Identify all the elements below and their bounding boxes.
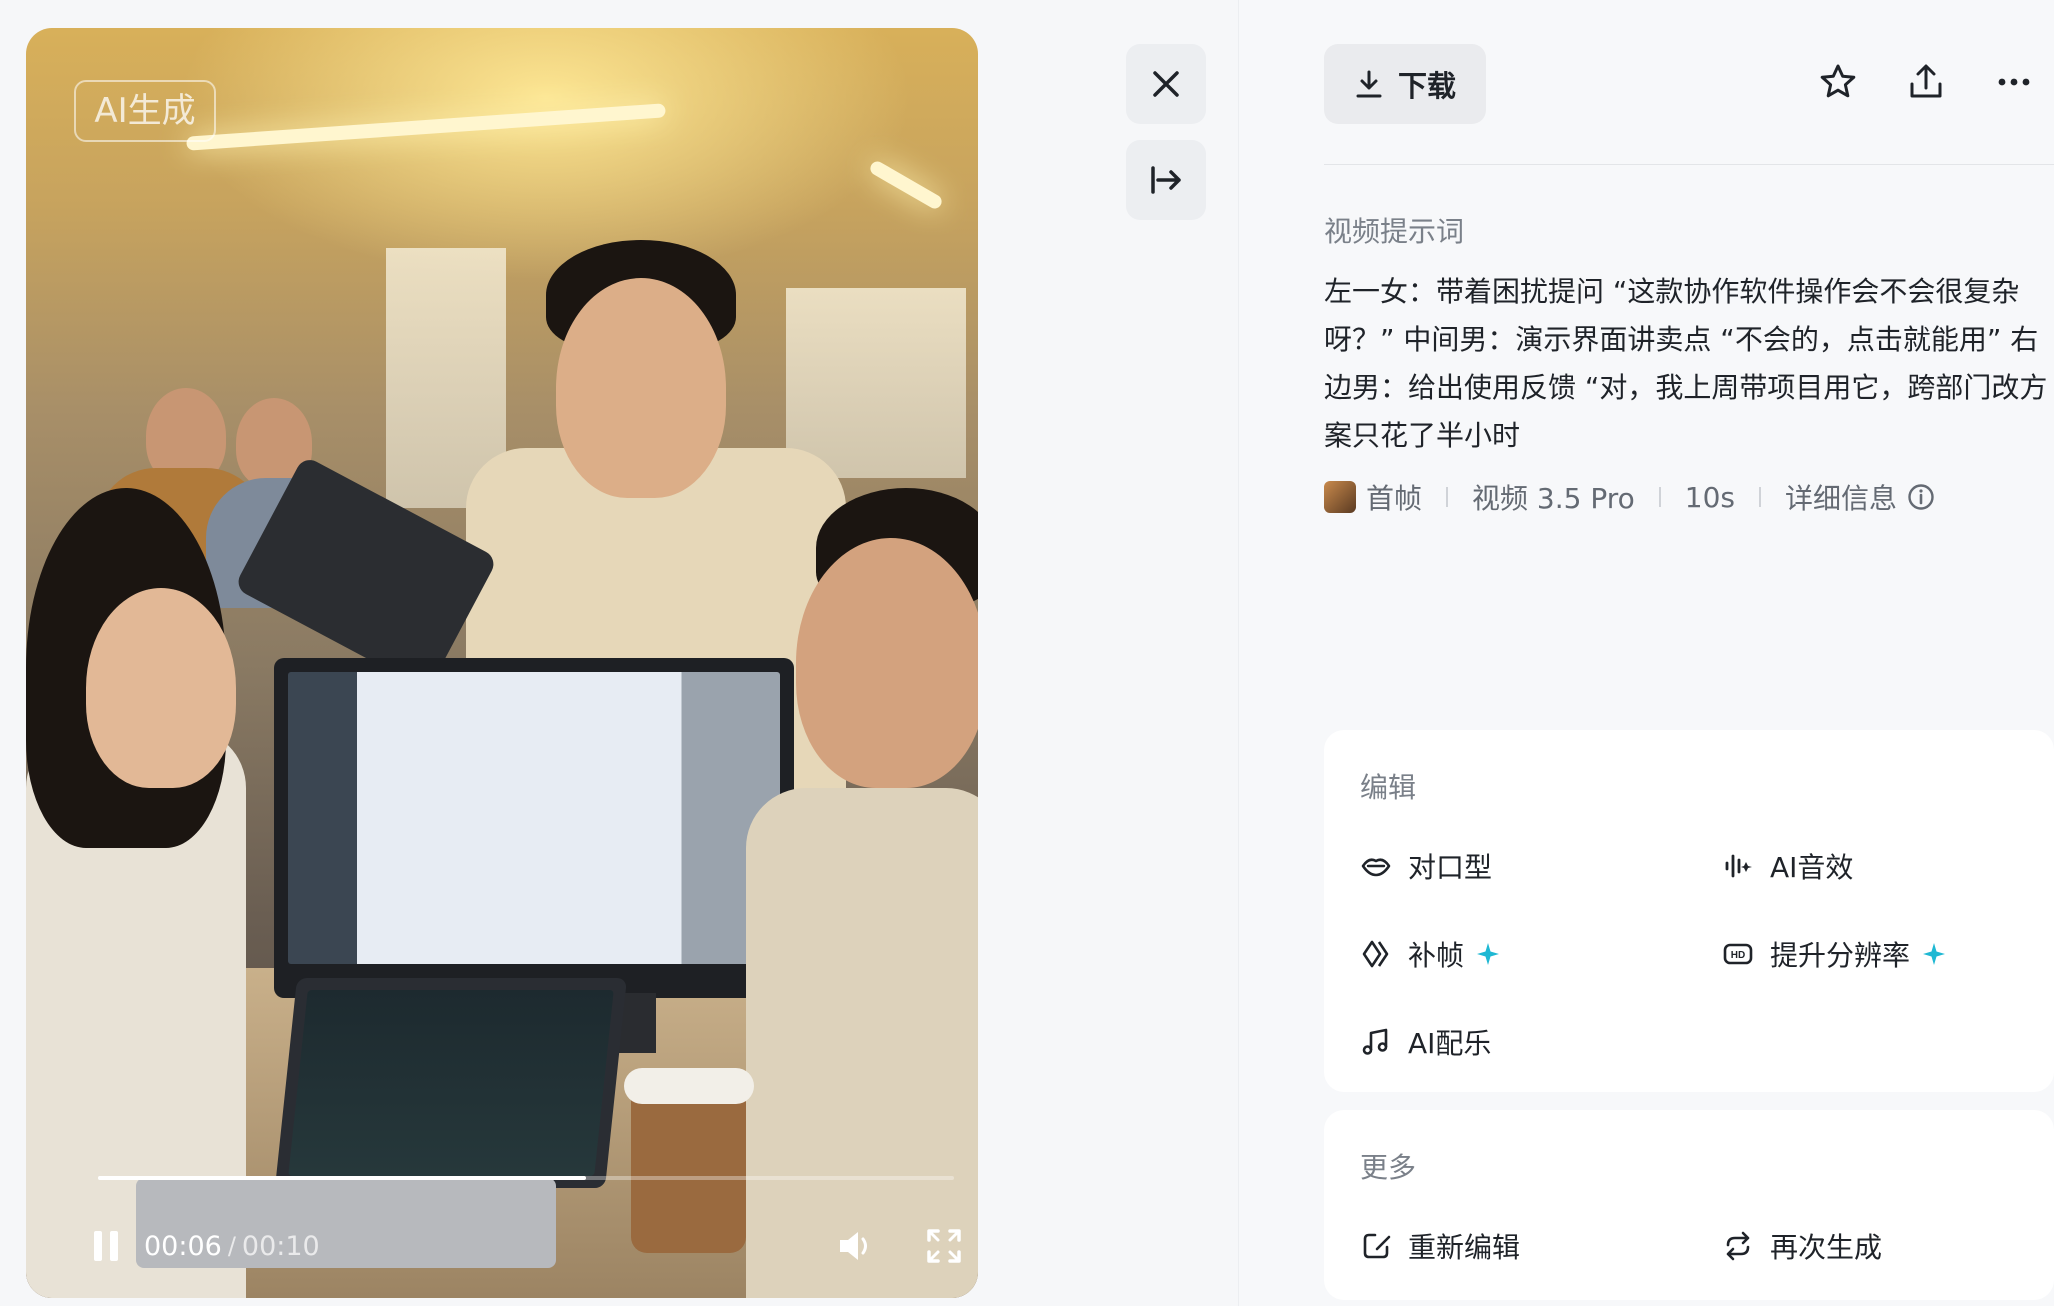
coffee-cup-lid [624, 1068, 754, 1104]
scene-window [786, 288, 966, 478]
scene-light [867, 158, 945, 212]
download-button[interactable]: 下载 [1324, 44, 1486, 124]
divider [1324, 164, 2054, 165]
interpolate-label: 补帧 [1408, 939, 1465, 972]
first-frame-thumbnail [1324, 481, 1356, 513]
collapse-panel-button[interactable] [1126, 140, 1206, 220]
sound-wave-icon [1725, 854, 1752, 878]
download-icon [1356, 70, 1382, 98]
sparkle-icon [1923, 943, 1946, 965]
regenerate-button[interactable]: 再次生成 [1722, 1226, 1882, 1266]
ai-music-label: AI配乐 [1408, 1027, 1492, 1060]
ai-sfx-button[interactable]: AI音效 [1722, 846, 1853, 886]
meta-row: 首帧 视频 3.5 Pro 10s 详细信息 [1324, 475, 1935, 519]
frame-interpolation-icon [1362, 940, 1389, 968]
share-icon[interactable] [1906, 62, 1946, 102]
current-time: 00:06 [144, 1230, 222, 1262]
more-card-title: 更多 [1360, 1151, 1417, 1184]
playback-controls: 00:06 / 00:10 [94, 1224, 320, 1268]
pause-icon[interactable] [94, 1231, 124, 1261]
lip-sync-label: 对口型 [1408, 851, 1493, 884]
lips-icon [1361, 858, 1391, 877]
model-label: 视频 3.5 Pro [1472, 482, 1635, 515]
lip-sync-button[interactable]: 对口型 [1360, 846, 1492, 886]
meta-separator [1658, 487, 1661, 507]
prompt-title: 视频提示词 [1324, 215, 1465, 248]
music-note-icon [1362, 1028, 1388, 1055]
right-man-shirt [746, 788, 978, 1298]
refresh-icon [1726, 1231, 1750, 1261]
progress-bar[interactable] [98, 1176, 954, 1180]
edit-card-title: 编辑 [1360, 771, 1417, 804]
regenerate-label: 再次生成 [1770, 1231, 1883, 1264]
left-woman-face [86, 588, 236, 788]
svg-text:HD: HD [1731, 950, 1745, 961]
first-frame-label[interactable]: 首帧 [1366, 477, 1422, 517]
upscale-button[interactable]: HD 提升分辨率 [1722, 934, 1946, 974]
video-player[interactable]: AI生成 00:06 / 00:10 [26, 28, 978, 1298]
close-icon [1153, 71, 1179, 97]
ai-generated-badge: AI生成 [74, 80, 216, 142]
more-card: 更多 重新编辑 再次生成 [1324, 1110, 2054, 1300]
edit-icon [1363, 1233, 1391, 1259]
upscale-label: 提升分辨率 [1770, 939, 1911, 972]
ai-music-button[interactable]: AI配乐 [1360, 1022, 1491, 1062]
monitor [274, 658, 794, 998]
meta-separator [1446, 487, 1449, 507]
info-icon[interactable] [1907, 483, 1935, 511]
arrow-right-bar-icon [1151, 166, 1181, 194]
fullscreen-icon[interactable] [926, 1228, 962, 1264]
star-icon[interactable] [1818, 62, 1858, 102]
total-time: 00:10 [241, 1230, 320, 1262]
download-label: 下载 [1397, 69, 1456, 103]
details-link[interactable]: 详细信息 [1785, 477, 1897, 517]
edit-card: 编辑 对口型 AI音效 补帧 HD 提升分辨率 AI配乐 [1324, 730, 2054, 1092]
re-edit-button[interactable]: 重新编辑 [1360, 1226, 1520, 1266]
re-edit-label: 重新编辑 [1408, 1231, 1521, 1264]
meta-separator [1759, 487, 1761, 507]
scene-light [186, 103, 666, 151]
right-man-face [796, 538, 978, 788]
volume-icon[interactable] [836, 1226, 876, 1266]
hd-icon: HD [1723, 943, 1753, 965]
close-button[interactable] [1126, 44, 1206, 124]
sparkle-icon [1477, 943, 1500, 965]
ai-sfx-label: AI音效 [1770, 851, 1854, 884]
center-man-face [556, 278, 726, 498]
more-icon[interactable] [1994, 62, 2034, 102]
progress-fill [98, 1176, 586, 1180]
duration-label: 10s [1684, 480, 1735, 514]
laptop [274, 978, 628, 1188]
interpolate-button[interactable]: 补帧 [1360, 934, 1500, 974]
time-separator: / [227, 1232, 236, 1260]
prompt-text: 左一女：带着困扰提问 “这款协作软件操作会不会很复杂呀？” 中间男：演示界面讲卖… [1324, 275, 2048, 452]
